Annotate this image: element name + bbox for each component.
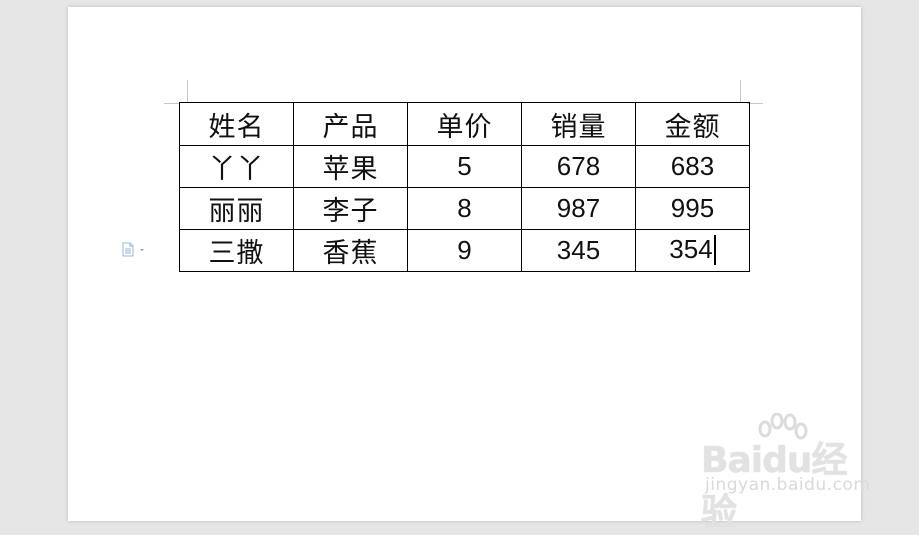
table-cell[interactable]: 三撒 [179, 229, 294, 272]
table-row: 丽丽 李子 8 987 995 [179, 187, 750, 230]
margin-marker-top-left [187, 80, 188, 103]
header-cell-name[interactable]: 姓名 [179, 102, 294, 146]
paragraph-layout-handle[interactable] [121, 242, 149, 258]
document-icon [122, 242, 144, 257]
table-cell[interactable]: 683 [635, 145, 750, 188]
table-row: 三撒 香蕉 9 345 354 [179, 229, 750, 272]
table-cell[interactable]: 8 [407, 187, 522, 230]
header-cell-amount[interactable]: 金额 [635, 102, 750, 146]
table-cell[interactable]: 李子 [293, 187, 408, 230]
table-cell[interactable]: 987 [521, 187, 636, 230]
baidu-jingyan-watermark: Baidu经验 jingyan.baidu.com [701, 413, 871, 533]
table-cell[interactable]: 9 [407, 229, 522, 272]
active-cell-text: 354 [669, 234, 713, 265]
margin-marker-top-right [740, 80, 741, 103]
margin-marker-left-horizontal [164, 103, 180, 104]
table-cell[interactable]: 345 [521, 229, 636, 272]
table-row: 丫丫 苹果 5 678 683 [179, 145, 750, 188]
header-cell-price[interactable]: 单价 [407, 102, 522, 146]
table-cell[interactable]: 香蕉 [293, 229, 408, 272]
table-cell[interactable]: 678 [521, 145, 636, 188]
document-workspace: 姓名 产品 单价 销量 金额 丫丫 苹果 5 678 683 丽丽 李子 8 9… [0, 0, 919, 533]
watermark-url: jingyan.baidu.com [705, 475, 871, 495]
text-cursor [713, 234, 716, 265]
table-cell-active[interactable]: 354 [635, 229, 750, 272]
table-cell[interactable]: 苹果 [293, 145, 408, 188]
table-cell[interactable]: 丽丽 [179, 187, 294, 230]
table-cell[interactable]: 995 [635, 187, 750, 230]
data-table[interactable]: 姓名 产品 单价 销量 金额 丫丫 苹果 5 678 683 丽丽 李子 8 9… [179, 102, 750, 272]
table-header-row: 姓名 产品 单价 销量 金额 [179, 102, 750, 146]
table-cell[interactable]: 丫丫 [179, 145, 294, 188]
header-cell-product[interactable]: 产品 [293, 102, 408, 146]
table-cell[interactable]: 5 [407, 145, 522, 188]
header-cell-quantity[interactable]: 销量 [521, 102, 636, 146]
